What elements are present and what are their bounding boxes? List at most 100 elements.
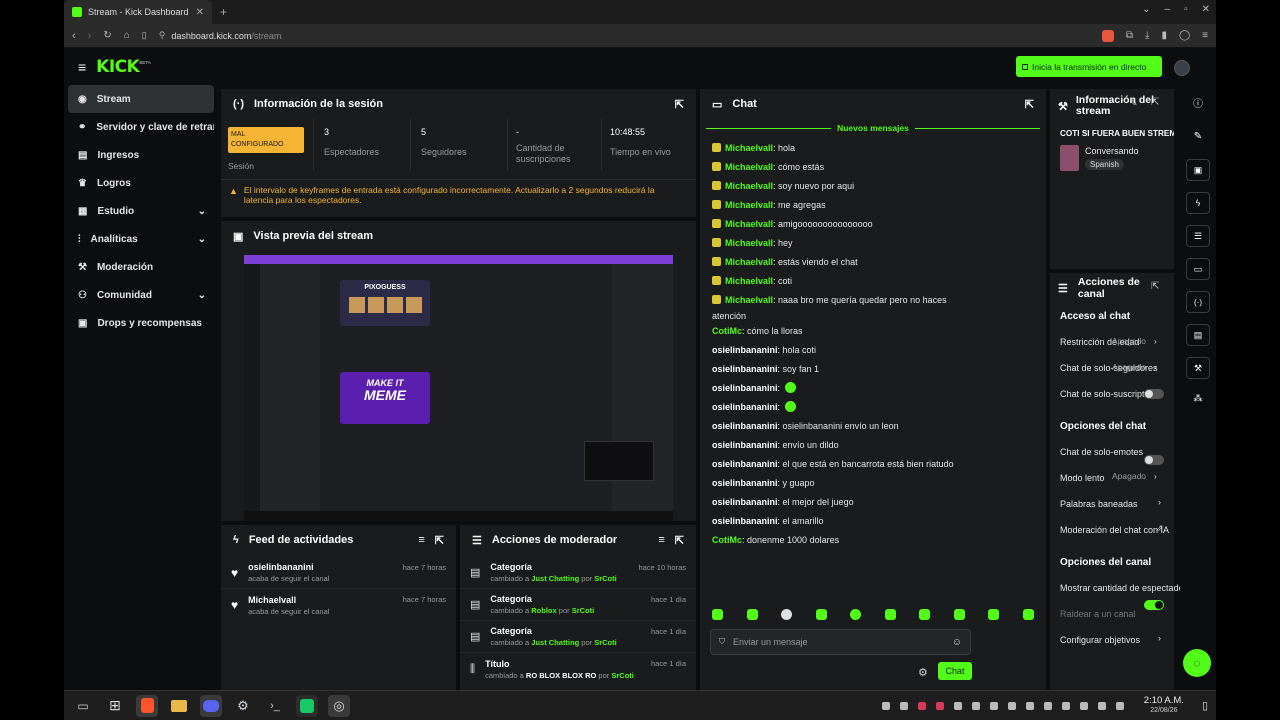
chat-username[interactable]: Michaelvall bbox=[725, 219, 773, 229]
chat-username[interactable]: osielinbananini bbox=[712, 364, 778, 374]
volume-icon[interactable] bbox=[1115, 701, 1124, 710]
go-live-button[interactable]: Inicia la transmisión en directo bbox=[1016, 56, 1162, 77]
tray-icon[interactable] bbox=[1025, 701, 1034, 710]
send-chat-button[interactable]: Chat bbox=[938, 662, 972, 680]
goals-row[interactable]: Configurar objetivos bbox=[1050, 627, 1174, 653]
brave-shield-icon[interactable] bbox=[1101, 29, 1114, 42]
wifi-icon[interactable] bbox=[1097, 701, 1106, 710]
tab-search-icon[interactable]: ⌄ bbox=[1142, 4, 1150, 15]
subs-only-toggle[interactable] bbox=[1144, 389, 1164, 399]
preview-icon[interactable]: ▣ bbox=[1186, 159, 1210, 181]
terminal-icon[interactable]: ›_ bbox=[264, 695, 286, 717]
show-viewers-row[interactable]: Mostrar cantidad de espectadores bbox=[1050, 575, 1196, 601]
edit-icon[interactable]: ✎ bbox=[1130, 98, 1138, 109]
sidebar-item-analytics[interactable]: ⫶ Analíticas ⌄ bbox=[68, 225, 214, 253]
chat-username[interactable]: Michaelvall bbox=[725, 181, 773, 191]
download-icon[interactable]: ⤓ bbox=[1145, 30, 1149, 41]
filter-icon[interactable]: ≡ bbox=[418, 534, 424, 546]
tray-icon[interactable] bbox=[1061, 701, 1070, 710]
emote-icon[interactable] bbox=[919, 609, 931, 620]
minimize-icon[interactable]: – bbox=[1165, 4, 1171, 15]
close-window-icon[interactable]: ✕ bbox=[1202, 4, 1210, 15]
emote-icon[interactable] bbox=[988, 609, 1000, 620]
chat-settings-icon[interactable]: ⚙ bbox=[918, 666, 928, 679]
chat-username[interactable]: osielinbananini bbox=[712, 421, 778, 431]
taskbar-clock[interactable]: 2:10 A.M. 22/08/26 bbox=[1144, 695, 1184, 716]
tray-icon[interactable] bbox=[899, 701, 908, 710]
tray-icon[interactable] bbox=[1079, 701, 1088, 710]
popout-icon[interactable]: ⇱ bbox=[435, 534, 444, 547]
chat-username[interactable]: osielinbananini bbox=[712, 440, 778, 450]
edit-icon[interactable]: ✎ bbox=[1186, 125, 1210, 147]
back-icon[interactable]: ‹ bbox=[72, 30, 76, 42]
sidebar-item-drops[interactable]: ▣ Drops y recompensas bbox=[68, 309, 214, 337]
sidebar-item-server-key[interactable]: ⚭ Servidor y clave de retran bbox=[68, 113, 214, 141]
reload-icon[interactable]: ↻ bbox=[103, 30, 111, 41]
tray-icon[interactable] bbox=[917, 701, 926, 710]
broadcast-icon[interactable]: (·) bbox=[1186, 291, 1210, 313]
chat-username[interactable]: osielinbananini bbox=[712, 383, 778, 393]
sidebar-item-community[interactable]: ⚇ Comunidad ⌄ bbox=[68, 281, 214, 309]
tray-icon[interactable] bbox=[971, 701, 980, 710]
tray-icon[interactable] bbox=[935, 701, 944, 710]
filter-icon[interactable]: ≡ bbox=[658, 534, 664, 546]
notifications-icon[interactable]: ▯ bbox=[1202, 699, 1208, 712]
tray-icon[interactable] bbox=[1043, 701, 1052, 710]
lightning-icon[interactable]: ϟ bbox=[1186, 192, 1210, 214]
emote-icon[interactable] bbox=[746, 609, 758, 620]
chat-username[interactable]: Michaelvall bbox=[725, 162, 773, 172]
support-chat-button[interactable]: ◌ bbox=[1183, 649, 1211, 677]
tray-icon[interactable] bbox=[989, 701, 998, 710]
chat-username[interactable]: osielinbananini bbox=[712, 478, 778, 488]
chat-input[interactable]: ⛉ Enviar un mensaje ☺ bbox=[710, 629, 971, 655]
tray-icon[interactable] bbox=[1007, 701, 1016, 710]
start-menu-icon[interactable]: ⊞ bbox=[104, 695, 126, 717]
chat-username[interactable]: osielinbananini bbox=[712, 459, 778, 469]
chat-username[interactable]: Michaelvall bbox=[725, 257, 773, 267]
wrench-icon[interactable]: ⚒ bbox=[1186, 357, 1210, 379]
chat-username[interactable]: CotiMc bbox=[712, 326, 742, 336]
tray-icon[interactable] bbox=[881, 701, 890, 710]
chat-username[interactable]: CotiMc bbox=[712, 535, 742, 545]
show-viewers-toggle[interactable] bbox=[1144, 600, 1164, 610]
new-tab-icon[interactable]: + bbox=[220, 5, 227, 19]
kick-app-icon[interactable] bbox=[296, 694, 318, 717]
tray-icon[interactable] bbox=[953, 701, 962, 710]
discord-icon[interactable] bbox=[200, 694, 222, 717]
maximize-icon[interactable]: ▫ bbox=[1184, 4, 1188, 15]
sidebar-item-revenue[interactable]: ▤ Ingresos bbox=[68, 141, 214, 169]
task-view-icon[interactable]: ▭ bbox=[72, 695, 94, 717]
layers-icon[interactable]: ▤ bbox=[1186, 324, 1210, 346]
emotes-only-toggle[interactable] bbox=[1144, 455, 1164, 465]
sidebar-item-achievements[interactable]: ♛ Logros bbox=[68, 169, 214, 197]
forward-icon[interactable]: › bbox=[88, 30, 92, 42]
list-icon[interactable]: ☰ bbox=[1186, 225, 1210, 247]
popout-icon[interactable]: ⇱ bbox=[675, 534, 684, 547]
extensions-icon[interactable]: ⧉ bbox=[1126, 30, 1133, 41]
info-icon[interactable]: ⓘ bbox=[1186, 91, 1210, 113]
obs-icon[interactable]: ◎ bbox=[328, 694, 350, 717]
chat-username[interactable]: Michaelvall bbox=[725, 295, 773, 305]
address-bar[interactable]: ⚲ dashboard.kick.com/stream bbox=[159, 27, 1090, 45]
chat-username[interactable]: Michaelvall bbox=[725, 276, 773, 286]
sidebar-item-stream[interactable]: ◉ Stream bbox=[68, 85, 214, 113]
sidebar-toggle-icon[interactable]: ▮ bbox=[1161, 30, 1167, 41]
close-tab-icon[interactable]: ✕ bbox=[196, 7, 204, 18]
external-link-icon[interactable]: ⇗ bbox=[1156, 523, 1164, 534]
chat-icon[interactable]: ▭ bbox=[1186, 258, 1210, 280]
emote-icon[interactable] bbox=[884, 609, 896, 620]
emote-icon[interactable] bbox=[815, 609, 827, 620]
user-avatar[interactable] bbox=[1174, 60, 1190, 76]
popout-icon[interactable]: ⇱ bbox=[1151, 281, 1159, 292]
browser-tab[interactable]: Stream - Kick Dashboard ✕ bbox=[64, 0, 212, 24]
emote-icon[interactable] bbox=[850, 609, 862, 620]
emoji-icon[interactable]: ☺ bbox=[952, 637, 962, 648]
popout-icon[interactable]: ⇱ bbox=[1025, 98, 1034, 111]
brave-browser-icon[interactable] bbox=[136, 694, 158, 717]
hamburger-menu-icon[interactable]: ≡ bbox=[78, 59, 86, 75]
bookmark-icon[interactable]: ▯ bbox=[142, 30, 147, 41]
chat-username[interactable]: Michaelvall bbox=[725, 238, 773, 248]
popout-icon[interactable]: ⇱ bbox=[675, 98, 684, 111]
emote-icon[interactable] bbox=[781, 609, 793, 620]
chat-username[interactable]: Michaelvall bbox=[725, 200, 773, 210]
